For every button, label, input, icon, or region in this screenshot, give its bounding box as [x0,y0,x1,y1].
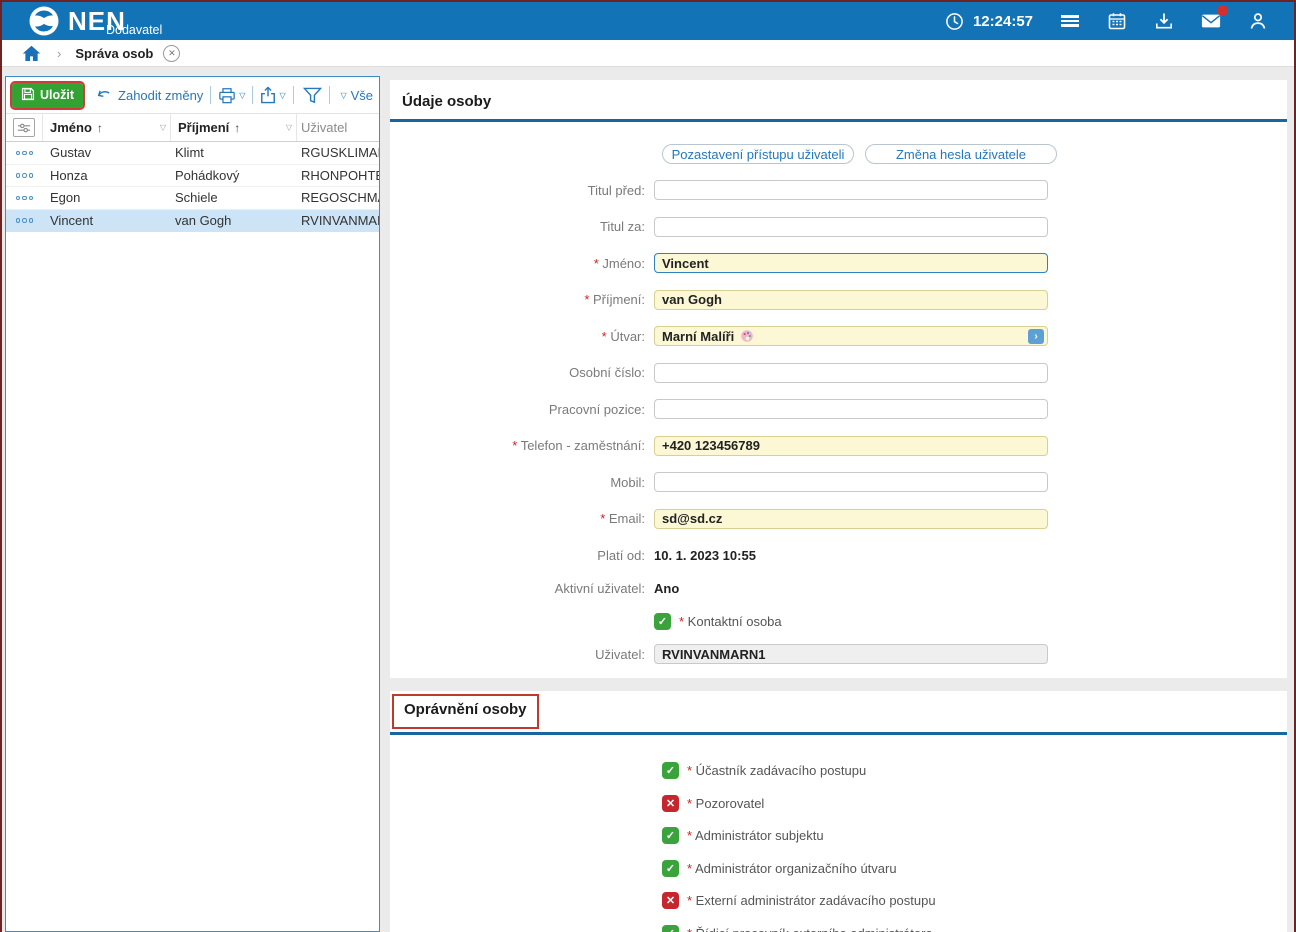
field-email: Email: [390,509,1287,529]
field-titul-za: Titul za: [390,217,1287,237]
permission-item: ✕ Pozorovatel [662,795,1287,812]
titul-pred-input[interactable] [654,180,1048,200]
osobni-cislo-input[interactable] [654,363,1048,383]
permission-item: ✕ Externí administrátor zadávacího postu… [662,892,1287,909]
permissions-title: Oprávnění osoby [404,701,527,721]
session-time: 12:24:57 [945,11,1033,31]
telefon-input[interactable] [654,436,1048,456]
sort-asc-icon: ↑ [234,121,240,135]
field-osobni-cislo: Osobní číslo: [390,363,1287,383]
field-utvar: Útvar: Marní Malíři › [390,326,1287,346]
field-titul-pred: Titul před: [390,180,1287,200]
user-profile-icon[interactable] [1248,11,1268,31]
permission-checkbox[interactable]: ✓ [662,827,679,844]
field-mobil: Mobil: [390,472,1287,492]
undo-icon [96,88,113,103]
export-dropdown-icon[interactable]: ▽ [279,91,285,100]
filter-icon[interactable] [303,87,322,104]
app-window: NEN Dodavatel 12:24:57 [0,0,1296,932]
change-password-button[interactable]: Změna hesla uživatele [865,144,1057,164]
save-icon [21,87,35,104]
permissions-card: Oprávnění osoby ✓ Účastník zadávacího po… [390,691,1287,932]
notification-dot [1217,5,1228,16]
details-title: Údaje osoby [390,80,1287,119]
field-pracovni-pozice: Pracovní pozice: [390,399,1287,419]
column-header-uzivatel[interactable]: Uživatel [297,114,379,141]
person-details-card: Údaje osoby Pozastavení přístupu uživate… [390,80,1287,678]
field-telefon: Telefon - zaměstnání: [390,436,1287,456]
permissions-title-highlight: Oprávnění osoby [392,694,539,729]
home-icon[interactable] [22,45,41,62]
clock-icon [945,11,965,31]
jmeno-input[interactable] [654,253,1048,273]
row-menu-icon[interactable] [6,218,43,223]
export-button[interactable] [260,86,276,104]
row-menu-icon[interactable] [6,173,43,178]
uzivatel-input [654,644,1048,664]
permissions-list: ✓ Účastník zadávacího postupu ✕ Pozorova… [662,762,1287,932]
utvar-picker[interactable]: Marní Malíři › [654,326,1048,346]
permission-checkbox[interactable]: ✓ [662,762,679,779]
save-button[interactable]: Uložit [12,83,83,108]
permission-checkbox[interactable]: ✓ [662,860,679,877]
permission-checkbox[interactable]: ✓ [662,925,679,932]
permission-item: ✓ Administrátor organizačního útvaru [662,860,1287,877]
email-input[interactable] [654,509,1048,529]
row-menu-icon[interactable] [6,151,43,156]
nen-logo-icon [28,5,60,37]
permission-item: ✓ Účastník zadávacího postupu [662,762,1287,779]
menu-icon[interactable] [1060,11,1080,31]
table-header: Jméno ↑ ▽ Příjmení ↑ ▽ Uživatel [6,113,379,142]
table-row[interactable]: Gustav Klimt RGUSKLIMARN [6,142,379,165]
mobil-input[interactable] [654,472,1048,492]
column-settings-icon[interactable] [13,118,35,137]
column-header-prijmeni[interactable]: Příjmení ↑ ▽ [171,114,297,141]
field-prijmeni: Příjmení: [390,290,1287,310]
persons-list-panel: Uložit Zahodit změny ▽ ▽ ▽ [5,76,380,932]
permission-checkbox[interactable]: ✕ [662,795,679,812]
palette-icon [740,329,754,343]
print-dropdown-icon[interactable]: ▽ [239,91,245,100]
discard-changes-button[interactable]: Zahodit změny [96,88,203,103]
permission-item: ✓ Administrátor subjektu [662,827,1287,844]
field-aktivni-uzivatel: Aktivní uživatel: Ano [390,578,1287,598]
top-header-bar: NEN Dodavatel 12:24:57 [2,2,1294,40]
print-button[interactable] [218,87,236,104]
suspend-access-button[interactable]: Pozastavení přístupu uživateli [662,144,854,164]
brand-subtitle: Dodavatel [106,23,162,37]
permission-item: ✓ Řídicí pracovník externího administrát… [662,925,1287,932]
mail-icon[interactable] [1201,11,1221,31]
calendar-icon[interactable] [1107,11,1127,31]
field-kontaktni-osoba: ✓ Kontaktní osoba [390,611,1287,631]
prijmeni-input[interactable] [654,290,1048,310]
kontaktni-osoba-checkbox[interactable]: ✓ [654,613,671,630]
titul-za-input[interactable] [654,217,1048,237]
view-dropdown-icon[interactable]: ▽ [340,91,346,100]
breadcrumb: › Správa osob ✕ [2,40,1294,67]
column-filter-icon[interactable]: ▽ [286,123,292,132]
view-all-label[interactable]: Vše [351,88,373,103]
person-form: Titul před: Titul za: Jméno: Příjmení: Ú… [390,180,1287,664]
breadcrumb-page-title: Správa osob [75,46,153,61]
close-tab-icon[interactable]: ✕ [163,45,180,62]
table-row[interactable]: Honza Pohádkový RHONPOHTES [6,165,379,188]
list-toolbar: Uložit Zahodit změny ▽ ▽ ▽ [6,77,379,113]
plati-od-value: 10. 1. 2023 10:55 [654,548,756,563]
breadcrumb-chevron-icon: › [57,46,61,61]
field-jmeno: Jméno: [390,253,1287,273]
table-row[interactable]: Egon Schiele REGOSCHMAR [6,187,379,210]
time-text: 12:24:57 [973,13,1033,30]
utvar-open-chevron-icon[interactable]: › [1028,329,1044,344]
pracovni-pozice-input[interactable] [654,399,1048,419]
column-header-jmeno[interactable]: Jméno ↑ ▽ [43,114,171,141]
table-row-selected[interactable]: Vincent van Gogh RVINVANMARN [6,210,379,233]
field-plati-od: Platí od: 10. 1. 2023 10:55 [390,545,1287,565]
column-filter-icon[interactable]: ▽ [160,123,166,132]
field-uzivatel: Uživatel: [390,644,1287,664]
sort-asc-icon: ↑ [97,121,103,135]
aktivni-value: Ano [654,581,679,596]
row-menu-icon[interactable] [6,196,43,201]
download-icon[interactable] [1154,11,1174,31]
permission-checkbox[interactable]: ✕ [662,892,679,909]
